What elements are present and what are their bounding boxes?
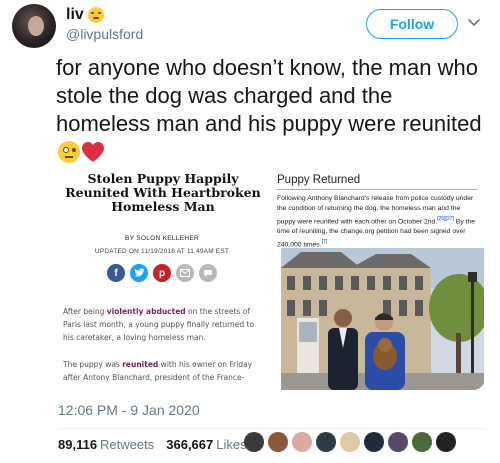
wiki-paragraph: Following Anthony Blanchard's release fr… bbox=[277, 195, 476, 249]
liker-avatar[interactable] bbox=[268, 432, 288, 452]
display-name[interactable]: liv bbox=[66, 6, 84, 24]
follow-button[interactable]: Follow bbox=[366, 9, 458, 39]
liker-avatar[interactable] bbox=[316, 432, 336, 452]
red-heart-icon bbox=[82, 142, 104, 162]
reunion-photo bbox=[281, 248, 484, 390]
twitter-icon bbox=[130, 264, 148, 282]
article-updated: UPDATED ON 11/19/2018 AT 11:49AM EST bbox=[94, 248, 230, 255]
facebook-icon: f bbox=[107, 264, 125, 282]
chevron-down-icon[interactable] bbox=[466, 14, 482, 30]
user-handle[interactable]: @livpulsford bbox=[66, 26, 143, 42]
retweets-label[interactable]: Retweets bbox=[100, 437, 154, 452]
email-icon bbox=[176, 264, 194, 282]
pinterest-icon: p bbox=[153, 264, 171, 282]
tweet-text-body: for anyone who doesn’t know, the man who… bbox=[56, 55, 482, 136]
liker-avatar[interactable] bbox=[436, 432, 456, 452]
tweet-stats: 89,116 Retweets 366,667 Likes bbox=[58, 437, 259, 452]
article-paragraph-2: The puppy was reunited with his owner on… bbox=[63, 360, 253, 382]
liker-avatars bbox=[244, 432, 456, 452]
tweet-timestamp[interactable]: 12:06 PM - 9 Jan 2020 bbox=[58, 402, 200, 418]
grinning-face-icon bbox=[87, 7, 104, 23]
retweets-count[interactable]: 89,116 bbox=[58, 437, 97, 452]
liker-avatar[interactable] bbox=[412, 432, 432, 452]
tweet-text: for anyone who doesn’t know, the man who… bbox=[56, 54, 486, 166]
share-buttons: f p bbox=[57, 264, 267, 282]
wikipedia-excerpt-screenshot: Puppy Returned Following Anthony Blancha… bbox=[275, 172, 485, 390]
tweet-header: liv @livpulsford Follow bbox=[10, 4, 490, 48]
article-paragraph-1: After being violently abducted on the st… bbox=[63, 307, 255, 342]
rolling-eyes-emoji-icon bbox=[58, 141, 80, 163]
news-article-screenshot: Stolen Puppy Happily Reunited With Heart… bbox=[57, 172, 267, 390]
tweet-media-image[interactable]: Stolen Puppy Happily Reunited With Heart… bbox=[57, 172, 485, 390]
comment-icon bbox=[199, 264, 217, 282]
article-title: Stolen Puppy Happily Reunited With Heart… bbox=[65, 172, 261, 214]
liker-avatar[interactable] bbox=[364, 432, 384, 452]
liker-avatar[interactable] bbox=[292, 432, 312, 452]
divider bbox=[58, 428, 486, 429]
liker-avatar[interactable] bbox=[340, 432, 360, 452]
likes-label[interactable]: Likes bbox=[216, 437, 246, 452]
likes-count[interactable]: 366,667 bbox=[166, 437, 213, 452]
name-row: liv bbox=[66, 6, 104, 24]
article-byline: BY SOLON KELLEHER bbox=[125, 235, 199, 242]
liker-avatar[interactable] bbox=[244, 432, 264, 452]
wiki-heading: Puppy Returned bbox=[277, 174, 477, 190]
liker-avatar[interactable] bbox=[388, 432, 408, 452]
avatar[interactable] bbox=[12, 4, 56, 48]
